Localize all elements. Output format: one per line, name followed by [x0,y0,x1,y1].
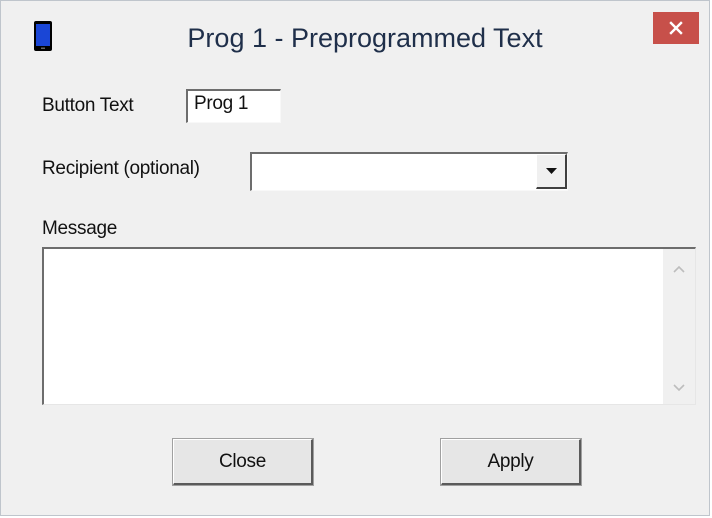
apply-button[interactable]: Apply [440,438,582,486]
button-text-label: Button Text [42,95,134,116]
recipient-label: Recipient (optional) [42,158,200,179]
title-bar[interactable]: Prog 1 - Preprogrammed Text [1,1,709,78]
dialog-window: Prog 1 - Preprogrammed Text Button Text … [0,0,710,516]
close-button[interactable]: Close [172,438,314,486]
message-scrollbar[interactable] [663,249,695,404]
message-label: Message [42,218,117,239]
close-icon [669,21,683,35]
chevron-down-icon [546,168,557,174]
recipient-dropdown-button[interactable] [536,154,567,189]
close-window-button[interactable] [653,12,699,44]
scroll-up-icon[interactable] [673,265,685,273]
recipient-combobox[interactable] [250,152,568,191]
recipient-input[interactable] [252,154,534,190]
button-text-input[interactable]: Prog 1 [186,89,281,123]
window-title: Prog 1 - Preprogrammed Text [187,23,543,53]
message-textarea[interactable] [42,247,696,405]
scroll-down-icon[interactable] [673,384,685,392]
